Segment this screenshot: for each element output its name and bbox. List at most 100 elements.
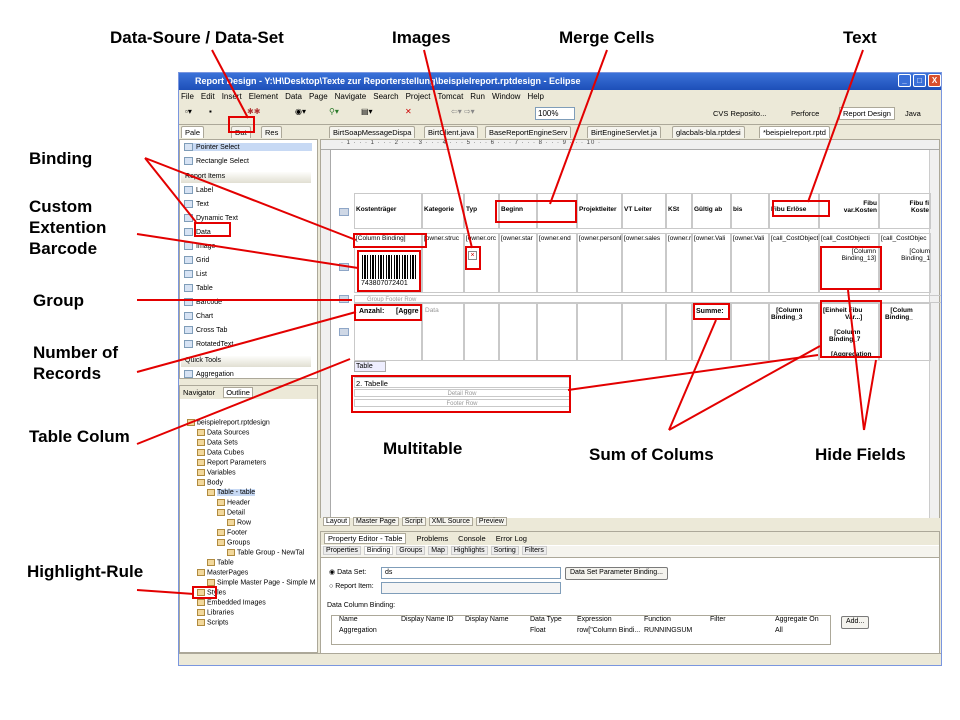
menu-project[interactable]: Project xyxy=(406,92,431,101)
row-handle[interactable] xyxy=(339,328,349,336)
header-cell[interactable]: Kategorie xyxy=(422,193,464,229)
detail-cell[interactable]: [owner.sales xyxy=(622,233,666,293)
tab-palette[interactable]: Pale xyxy=(181,126,205,138)
outline-node[interactable]: Simple Master Page - Simple M xyxy=(207,579,315,586)
perspective-perforce[interactable]: Perforce xyxy=(787,107,823,120)
data-set-select[interactable]: ds xyxy=(381,567,561,579)
close-button[interactable]: X xyxy=(928,74,941,87)
menu-insert[interactable]: Insert xyxy=(222,92,242,101)
perspective-report-design[interactable]: Report Design xyxy=(839,107,895,120)
binding-column-header[interactable]: Expression xyxy=(577,616,612,623)
palette-label[interactable]: Label xyxy=(184,186,213,194)
footer-binding[interactable]: [Column Binding_3 xyxy=(771,307,802,321)
footer-cell[interactable] xyxy=(622,303,666,361)
tab-editor-1[interactable]: BirtSoapMessageDispa xyxy=(329,126,416,138)
menu-element[interactable]: Element xyxy=(249,92,278,101)
detail-cell[interactable]: [owner.r xyxy=(666,233,692,293)
palette-dynamic-text[interactable]: Dynamic Text xyxy=(184,214,238,222)
subtab-filters[interactable]: Filters xyxy=(521,546,547,555)
subtab-highlights[interactable]: Highlights xyxy=(450,546,488,555)
row-handle[interactable] xyxy=(339,295,349,303)
binding-cell[interactable]: RUNNINGSUM xyxy=(644,627,692,634)
detail-cell[interactable]: [owner.struc xyxy=(422,233,464,293)
tab-editor-active[interactable]: *beispielreport.rptd xyxy=(759,126,830,138)
footer-cell[interactable] xyxy=(537,303,577,361)
menu-data[interactable]: Data xyxy=(285,92,302,101)
data-set-radio[interactable]: ◉ Data Set: xyxy=(329,568,366,576)
row-handle[interactable] xyxy=(339,263,349,271)
outline-node[interactable]: Table Group - NewTal xyxy=(227,549,304,556)
binding-cell[interactable]: Aggregation xyxy=(339,627,377,634)
add-binding-button[interactable]: Add... xyxy=(841,616,870,629)
header-cell[interactable]: KSt xyxy=(666,193,692,229)
tab-navigator[interactable]: Navigator xyxy=(183,388,215,397)
subtab-map[interactable]: Map xyxy=(428,546,448,555)
header-cell[interactable]: VT Leiter xyxy=(622,193,666,229)
outline-node[interactable]: MasterPages xyxy=(197,569,248,576)
outline-node[interactable]: Scripts xyxy=(197,619,228,626)
binding-column-header[interactable]: Name xyxy=(339,616,358,623)
palette-text[interactable]: Text xyxy=(184,200,209,208)
binding-cell[interactable]: All xyxy=(775,627,783,634)
menu-help[interactable]: Help xyxy=(527,92,543,101)
binding-column-header[interactable]: Aggregate On xyxy=(775,616,819,623)
outline-node[interactable]: Table - table xyxy=(207,489,256,497)
report-items-header[interactable]: Report Items xyxy=(181,172,311,183)
menu-page[interactable]: Page xyxy=(309,92,328,101)
palette-list[interactable]: List xyxy=(184,270,207,278)
subtab-sorting[interactable]: Sorting xyxy=(490,546,519,555)
header-cell[interactable]: bis xyxy=(731,193,769,229)
header-cell[interactable]: Gültig ab xyxy=(692,193,731,229)
table2-handle[interactable]: Table xyxy=(354,361,386,372)
search-icon[interactable]: ⚲▾ xyxy=(329,107,339,121)
tab-resource[interactable]: Res xyxy=(261,126,283,138)
palette-rotated-text[interactable]: RotatedText xyxy=(184,340,233,348)
report-item-select[interactable] xyxy=(381,582,561,594)
outline-node[interactable]: Groups xyxy=(217,539,250,546)
save-icon[interactable]: ▪ xyxy=(209,107,212,121)
outline-node[interactable]: Footer xyxy=(217,529,247,536)
detail-cell[interactable]: [owner.Vali xyxy=(731,233,769,293)
outline-node[interactable]: Data Cubes xyxy=(197,449,244,456)
menu-navigate[interactable]: Navigate xyxy=(335,92,367,101)
hidden-field[interactable]: [Colum Binding_1 xyxy=(881,247,931,273)
perspective-java[interactable]: Java xyxy=(901,107,925,120)
outline-node[interactable]: Embedded Images xyxy=(197,599,266,606)
binding-column-header[interactable]: Display Name xyxy=(465,616,509,623)
footer-cell[interactable] xyxy=(464,303,499,361)
perspective-cvs[interactable]: CVS Reposito... xyxy=(709,107,770,120)
outline-node[interactable]: Row xyxy=(227,519,251,526)
row-handle[interactable] xyxy=(339,208,349,216)
quick-tools-header[interactable]: Quick Tools xyxy=(181,356,311,367)
tab-editor-2[interactable]: BirtClient.java xyxy=(424,126,479,138)
maximize-button[interactable]: □ xyxy=(913,74,926,87)
zoom-select[interactable]: 100% xyxy=(535,107,575,120)
tab-preview[interactable]: Preview xyxy=(475,517,507,526)
palette-grid[interactable]: Grid xyxy=(184,256,209,264)
menu-edit[interactable]: Edit xyxy=(201,92,215,101)
menu-file[interactable]: File xyxy=(181,92,194,101)
outline-node[interactable]: Body xyxy=(197,479,223,486)
menu-search[interactable]: Search xyxy=(373,92,398,101)
binding-cell[interactable]: row["Column Bindi... xyxy=(577,627,640,634)
pointer-select-tool[interactable]: Pointer Select xyxy=(184,143,312,151)
binding-column-header[interactable]: Filter xyxy=(710,616,726,623)
tab-editor-5[interactable]: glacbals-bla.rptdesi xyxy=(672,126,745,138)
tab-master-page[interactable]: Master Page xyxy=(353,517,399,526)
outline-node[interactable]: Detail xyxy=(217,509,245,516)
subtab-properties[interactable]: Properties xyxy=(323,546,361,555)
detail-cell[interactable]: [owner.end xyxy=(537,233,577,293)
menu-tomcat[interactable]: Tomcat xyxy=(438,92,464,101)
tab-error-log[interactable]: Error Log xyxy=(496,534,527,543)
minimize-button[interactable]: _ xyxy=(898,74,911,87)
binding-column-header[interactable]: Display Name ID xyxy=(401,616,454,623)
footer-binding[interactable]: [Colum Binding_ xyxy=(885,307,913,321)
detail-cell[interactable]: [owner.personl xyxy=(577,233,622,293)
menu-run[interactable]: Run xyxy=(470,92,485,101)
footer-cell[interactable] xyxy=(731,303,769,361)
outline-node[interactable]: Header xyxy=(217,499,250,506)
data-set-parameter-binding-button[interactable]: Data Set Parameter Binding... xyxy=(565,567,668,580)
tab-editor-4[interactable]: BirtEngineServlet.ja xyxy=(587,126,661,138)
palette-aggregation[interactable]: Aggregation xyxy=(184,370,234,378)
binding-column-header[interactable]: Function xyxy=(644,616,671,623)
